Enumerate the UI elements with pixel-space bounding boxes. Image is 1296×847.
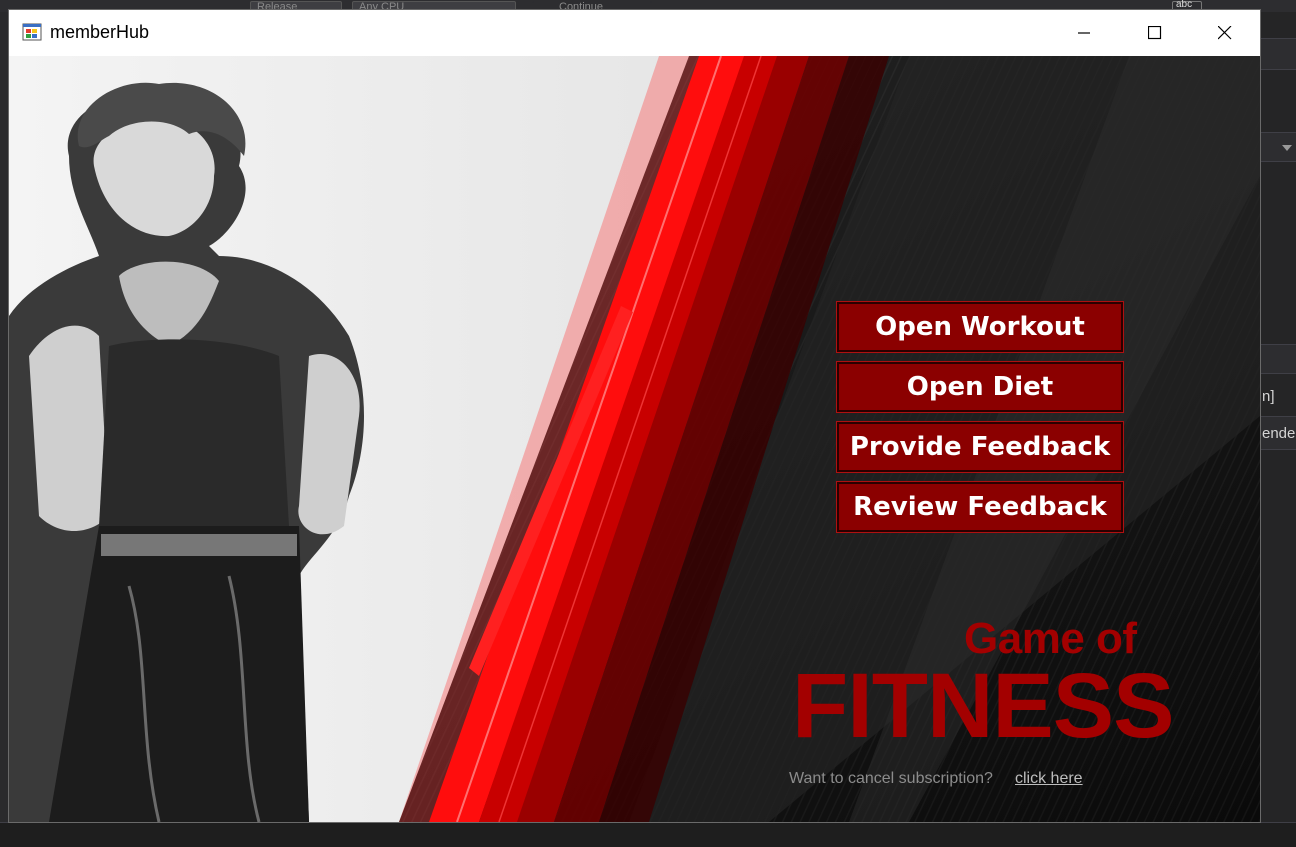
spellcheck-label: abc [1176,0,1193,10]
title-bar[interactable]: memberHub [9,10,1260,56]
maximize-button[interactable] [1120,10,1190,56]
ide-panel-row-2: ender [1260,416,1296,450]
ide-left-gutter [0,12,9,822]
maximize-icon [1148,26,1162,40]
provide-feedback-button[interactable]: Provide Feedback [836,421,1124,473]
minimize-button[interactable] [1050,10,1120,56]
brand-title-line2: FITNESS [792,655,1174,757]
open-workout-button[interactable]: Open Workout [836,301,1124,353]
minimize-icon [1078,32,1090,34]
member-hub-window: memberHub Open Workout Open Diet Provide… [9,10,1260,822]
ide-fragment-1: n] [1262,388,1275,405]
ide-dropdown[interactable] [1260,132,1296,162]
client-area: Open Workout Open Diet Provide Feedback … [9,56,1260,822]
winforms-app-icon [22,23,42,41]
ide-right-panel: n] ender [1260,12,1296,847]
ide-panel-row [1260,344,1296,374]
cancel-subscription-link[interactable]: click here [1015,770,1083,788]
review-feedback-button[interactable]: Review Feedback [836,481,1124,533]
cancel-subscription-prompt: Want to cancel subscription? [789,770,993,787]
close-button[interactable] [1190,10,1260,56]
ide-fragment-2: ender [1262,425,1296,442]
chevron-down-icon [1282,145,1292,151]
ide-status-area [0,822,1296,847]
ide-panel-header [1260,38,1296,70]
window-title: memberHub [50,22,150,42]
open-diet-button[interactable]: Open Diet [836,361,1124,413]
close-icon [1218,26,1232,40]
